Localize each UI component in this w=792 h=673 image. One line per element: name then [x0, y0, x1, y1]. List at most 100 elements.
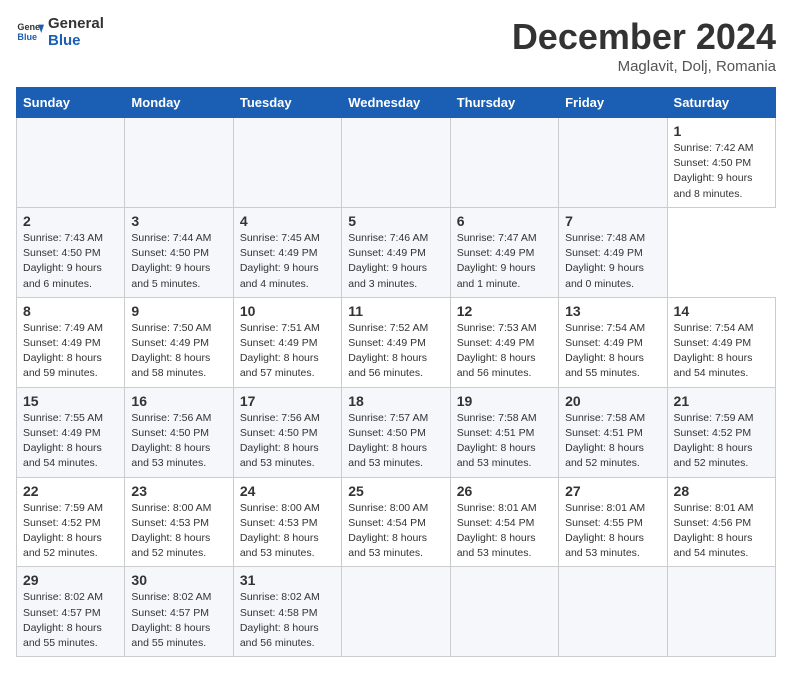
day-detail: Sunrise: 7:48 AMSunset: 4:49 PMDaylight:… — [565, 231, 660, 292]
day-number: 14 — [674, 303, 769, 319]
title-area: December 2024 Maglavit, Dolj, Romania — [512, 16, 776, 75]
month-title: December 2024 — [512, 16, 776, 58]
day-detail: Sunrise: 7:56 AMSunset: 4:50 PMDaylight:… — [240, 411, 335, 472]
calendar-table: SundayMondayTuesdayWednesdayThursdayFrid… — [16, 87, 776, 657]
day-detail: Sunrise: 8:02 AMSunset: 4:58 PMDaylight:… — [240, 590, 335, 651]
calendar-cell: 13 Sunrise: 7:54 AMSunset: 4:49 PMDayligh… — [559, 297, 667, 387]
day-detail: Sunrise: 7:58 AMSunset: 4:51 PMDaylight:… — [565, 411, 660, 472]
location: Maglavit, Dolj, Romania — [512, 58, 776, 75]
calendar-cell: 21 Sunrise: 7:59 AMSunset: 4:52 PMDayligh… — [667, 387, 775, 477]
day-detail: Sunrise: 7:58 AMSunset: 4:51 PMDaylight:… — [457, 411, 552, 472]
logo: General Blue General Blue — [16, 16, 104, 49]
day-number: 15 — [23, 393, 118, 409]
week-row-5: 22 Sunrise: 7:59 AMSunset: 4:52 PMDayligh… — [17, 477, 776, 567]
week-row-1: 1 Sunrise: 7:42 AMSunset: 4:50 PMDaylight… — [17, 118, 776, 208]
calendar-cell: 18 Sunrise: 7:57 AMSunset: 4:50 PMDayligh… — [342, 387, 450, 477]
day-number: 20 — [565, 393, 660, 409]
day-detail: Sunrise: 7:59 AMSunset: 4:52 PMDaylight:… — [674, 411, 769, 472]
header-saturday: Saturday — [667, 88, 775, 118]
calendar-cell: 7 Sunrise: 7:48 AMSunset: 4:49 PMDaylight… — [559, 207, 667, 297]
day-number: 19 — [457, 393, 552, 409]
header-tuesday: Tuesday — [233, 88, 341, 118]
day-number: 23 — [131, 483, 226, 499]
calendar-cell: 16 Sunrise: 7:56 AMSunset: 4:50 PMDayligh… — [125, 387, 233, 477]
header-friday: Friday — [559, 88, 667, 118]
calendar-cell — [559, 118, 667, 208]
calendar-cell: 20 Sunrise: 7:58 AMSunset: 4:51 PMDayligh… — [559, 387, 667, 477]
day-number: 18 — [348, 393, 443, 409]
day-detail: Sunrise: 7:55 AMSunset: 4:49 PMDaylight:… — [23, 411, 118, 472]
day-number: 21 — [674, 393, 769, 409]
calendar-cell: 28Sunrise: 8:01 AMSunset: 4:56 PMDayligh… — [667, 477, 775, 567]
day-number: 12 — [457, 303, 552, 319]
day-number: 29 — [23, 572, 118, 588]
calendar-cell: 9 Sunrise: 7:50 AMSunset: 4:49 PMDaylight… — [125, 297, 233, 387]
day-number: 28 — [674, 483, 769, 499]
day-detail: Sunrise: 7:57 AMSunset: 4:50 PMDaylight:… — [348, 411, 443, 472]
day-detail: Sunrise: 7:50 AMSunset: 4:49 PMDaylight:… — [131, 321, 226, 382]
day-detail: Sunrise: 7:54 AMSunset: 4:49 PMDaylight:… — [674, 321, 769, 382]
svg-text:Blue: Blue — [17, 32, 37, 42]
calendar-cell: 15 Sunrise: 7:55 AMSunset: 4:49 PMDayligh… — [17, 387, 125, 477]
logo-line2: Blue — [48, 33, 104, 50]
day-detail: Sunrise: 7:42 AMSunset: 4:50 PMDaylight:… — [674, 141, 769, 202]
header-thursday: Thursday — [450, 88, 558, 118]
day-number: 13 — [565, 303, 660, 319]
calendar-cell: 17Sunrise: 7:56 AMSunset: 4:50 PMDayligh… — [233, 387, 341, 477]
week-row-2: 2 Sunrise: 7:43 AMSunset: 4:50 PMDaylight… — [17, 207, 776, 297]
day-number: 6 — [457, 213, 552, 229]
calendar-cell — [17, 118, 125, 208]
day-detail: Sunrise: 7:54 AMSunset: 4:49 PMDaylight:… — [565, 321, 660, 382]
calendar-cell: 23 Sunrise: 8:00 AMSunset: 4:53 PMDayligh… — [125, 477, 233, 567]
week-row-4: 15 Sunrise: 7:55 AMSunset: 4:49 PMDayligh… — [17, 387, 776, 477]
day-detail: Sunrise: 7:47 AMSunset: 4:49 PMDaylight:… — [457, 231, 552, 292]
day-detail: Sunrise: 8:01 AMSunset: 4:55 PMDaylight:… — [565, 501, 660, 562]
day-number: 25 — [348, 483, 443, 499]
calendar-cell: 1 Sunrise: 7:42 AMSunset: 4:50 PMDaylight… — [667, 118, 775, 208]
day-detail: Sunrise: 7:51 AMSunset: 4:49 PMDaylight:… — [240, 321, 335, 382]
day-detail: Sunrise: 7:46 AMSunset: 4:49 PMDaylight:… — [348, 231, 443, 292]
calendar-cell: 25 Sunrise: 8:00 AMSunset: 4:54 PMDayligh… — [342, 477, 450, 567]
day-number: 16 — [131, 393, 226, 409]
day-detail: Sunrise: 7:44 AMSunset: 4:50 PMDaylight:… — [131, 231, 226, 292]
day-number: 11 — [348, 303, 443, 319]
calendar-cell — [125, 118, 233, 208]
day-detail: Sunrise: 7:43 AMSunset: 4:50 PMDaylight:… — [23, 231, 118, 292]
day-number: 2 — [23, 213, 118, 229]
header-wednesday: Wednesday — [342, 88, 450, 118]
day-number: 8 — [23, 303, 118, 319]
day-detail: Sunrise: 8:00 AMSunset: 4:53 PMDaylight:… — [240, 501, 335, 562]
day-detail: Sunrise: 7:59 AMSunset: 4:52 PMDaylight:… — [23, 501, 118, 562]
header-sunday: Sunday — [17, 88, 125, 118]
calendar-cell: 3 Sunrise: 7:44 AMSunset: 4:50 PMDaylight… — [125, 207, 233, 297]
calendar-cell: 10Sunrise: 7:51 AMSunset: 4:49 PMDayligh… — [233, 297, 341, 387]
day-detail: Sunrise: 7:56 AMSunset: 4:50 PMDaylight:… — [131, 411, 226, 472]
calendar-cell: 27 Sunrise: 8:01 AMSunset: 4:55 PMDayligh… — [559, 477, 667, 567]
calendar-cell — [342, 118, 450, 208]
calendar-cell: 6 Sunrise: 7:47 AMSunset: 4:49 PMDaylight… — [450, 207, 558, 297]
day-detail: Sunrise: 8:00 AMSunset: 4:53 PMDaylight:… — [131, 501, 226, 562]
day-number: 27 — [565, 483, 660, 499]
header-row: SundayMondayTuesdayWednesdayThursdayFrid… — [17, 88, 776, 118]
day-number: 1 — [674, 123, 769, 139]
header-monday: Monday — [125, 88, 233, 118]
day-number: 7 — [565, 213, 660, 229]
day-number: 24 — [240, 483, 335, 499]
day-number: 26 — [457, 483, 552, 499]
calendar-cell: 22 Sunrise: 7:59 AMSunset: 4:52 PMDayligh… — [17, 477, 125, 567]
logo-icon: General Blue — [16, 19, 44, 47]
page-header: General Blue General Blue December 2024 … — [16, 16, 776, 75]
day-detail: Sunrise: 8:01 AMSunset: 4:54 PMDaylight:… — [457, 501, 552, 562]
day-detail: Sunrise: 7:49 AMSunset: 4:49 PMDaylight:… — [23, 321, 118, 382]
day-number: 30 — [131, 572, 226, 588]
calendar-cell: 2 Sunrise: 7:43 AMSunset: 4:50 PMDaylight… — [17, 207, 125, 297]
day-detail: Sunrise: 8:00 AMSunset: 4:54 PMDaylight:… — [348, 501, 443, 562]
week-row-3: 8 Sunrise: 7:49 AMSunset: 4:49 PMDaylight… — [17, 297, 776, 387]
calendar-cell: 24 Sunrise: 8:00 AMSunset: 4:53 PMDayligh… — [233, 477, 341, 567]
calendar-cell: 11 Sunrise: 7:52 AMSunset: 4:49 PMDayligh… — [342, 297, 450, 387]
day-detail: Sunrise: 7:52 AMSunset: 4:49 PMDaylight:… — [348, 321, 443, 382]
logo-line1: General — [48, 16, 104, 33]
day-number: 9 — [131, 303, 226, 319]
day-number: 3 — [131, 213, 226, 229]
day-number: 22 — [23, 483, 118, 499]
